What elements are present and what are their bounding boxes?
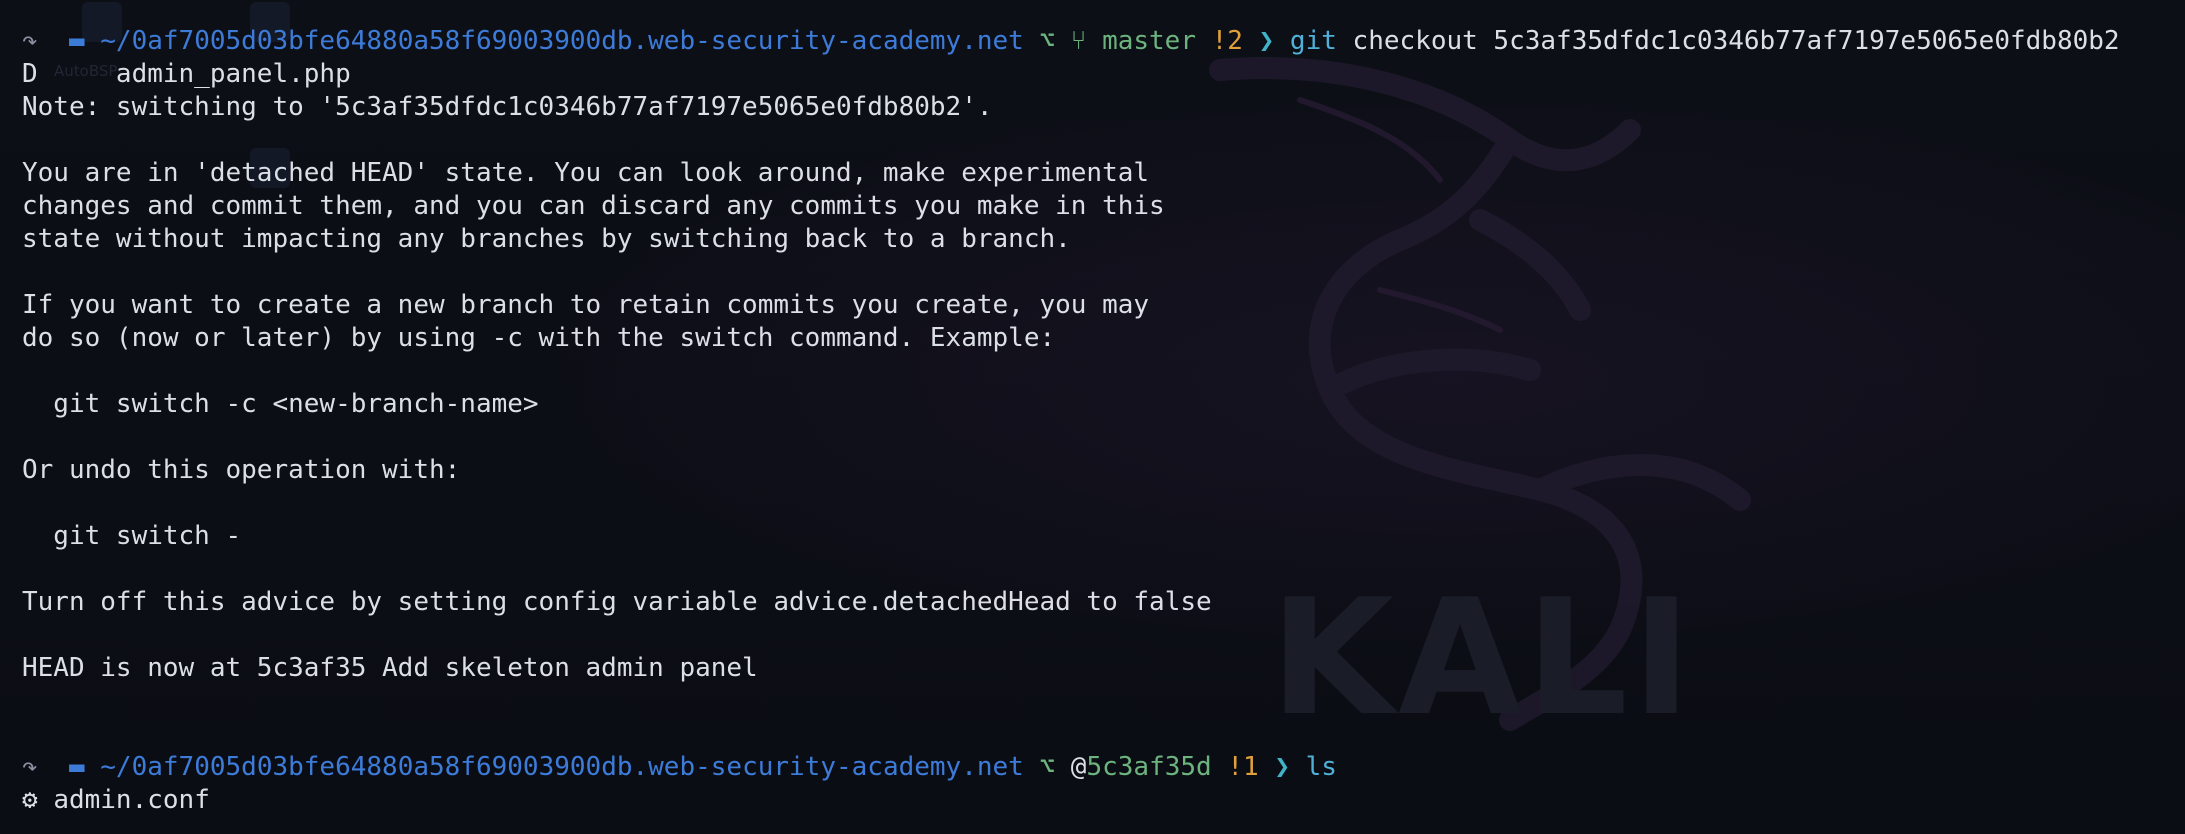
prompt-commit: 5c3af35d: [1086, 752, 1212, 782]
command-args: checkout 5c3af35dfdc1c0346b77af7197e5065…: [1352, 26, 2120, 56]
output-line: do so (now or later) by using -c with th…: [22, 323, 1056, 353]
terminal-window[interactable]: ↷ ▬ ~/0af7005d03bfe64880a58f69003900db.w…: [0, 0, 2185, 834]
git-icon: ⌥: [1039, 26, 1056, 56]
prompt-line-2: ↷ ▬ ~/0af7005d03bfe64880a58f69003900db.w…: [22, 751, 1337, 784]
branch-icon: ⑂: [1070, 26, 1087, 56]
gear-icon: ⚙: [22, 785, 38, 815]
file-name: admin.conf: [53, 785, 210, 815]
git-icon: ⌥: [1039, 752, 1056, 782]
prompt-status: !2: [1211, 26, 1243, 56]
prompt-path: ~/0af7005d03bfe64880a58f69003900db.web-s…: [100, 752, 1024, 782]
output-line: Or undo this operation with:: [22, 455, 461, 485]
output-line: If you want to create a new branch to re…: [22, 290, 1150, 320]
folder-icon: ▬: [68, 26, 85, 56]
ls-output-line: ⚙ admin.conf: [22, 784, 210, 817]
output-line: You are in 'detached HEAD' state. You ca…: [22, 158, 1150, 188]
output-line: HEAD is now at 5c3af35 Add skeleton admi…: [22, 653, 758, 683]
folder-icon: ▬: [68, 752, 85, 782]
output-line: changes and commit them, and you can dis…: [22, 191, 1165, 221]
output-line: D admin_panel.php: [22, 59, 351, 89]
prompt-chevron: ❯: [1274, 752, 1290, 782]
output-line: git switch -c <new-branch-name>: [22, 389, 539, 419]
return-arrow-icon: ↷: [22, 752, 38, 782]
output-line: Turn off this advice by setting config v…: [22, 587, 1212, 617]
output-line: git switch -: [22, 521, 242, 551]
output-line: state without impacting any branches by …: [22, 224, 1071, 254]
return-arrow-icon: ↷: [22, 26, 38, 56]
prompt-at: @: [1070, 752, 1087, 782]
command-name: git: [1289, 26, 1337, 56]
prompt-branch: master: [1102, 26, 1196, 56]
prompt-line-1: ↷ ▬ ~/0af7005d03bfe64880a58f69003900db.w…: [22, 25, 2120, 58]
command-name: ls: [1305, 752, 1337, 782]
output-line: Note: switching to '5c3af35dfdc1c0346b77…: [22, 92, 993, 122]
prompt-status: !1: [1227, 752, 1259, 782]
prompt-path: ~/0af7005d03bfe64880a58f69003900db.web-s…: [100, 26, 1024, 56]
prompt-chevron: ❯: [1258, 26, 1275, 56]
